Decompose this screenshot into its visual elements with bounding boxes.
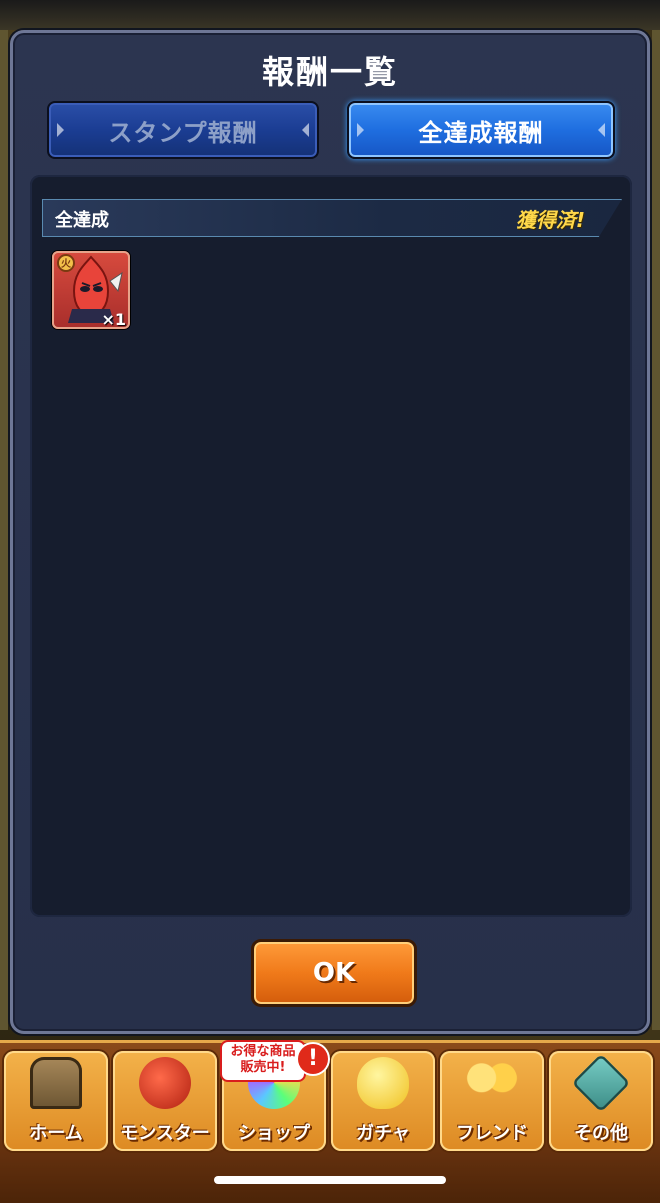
egg-icon — [357, 1057, 409, 1109]
nav-label-monster: モンスター — [120, 1123, 210, 1144]
ok-button[interactable]: OK — [251, 939, 417, 1007]
section-header: 全達成 獲得済! — [42, 199, 622, 237]
nav-item-gacha[interactable]: ガチャ — [331, 1051, 435, 1151]
svg-text:火: 火 — [61, 258, 72, 270]
question-sign-icon — [571, 1053, 631, 1113]
home-indicator[interactable] — [214, 1176, 446, 1184]
nav-label-shop: ショップ — [238, 1123, 310, 1144]
tab-stamp-reward-label: スタンプ報酬 — [108, 118, 258, 147]
nav-label-other: その他 — [574, 1123, 628, 1144]
dialog-title: 報酬一覧 — [261, 53, 398, 91]
reward-quantity: ×1 — [101, 310, 126, 329]
tab-arrow-right-icon — [598, 123, 605, 137]
tab-arrow-left-icon — [357, 123, 364, 137]
nav-item-home[interactable]: ホーム — [4, 1051, 108, 1151]
status-badge: 獲得済! — [515, 208, 585, 232]
tab-all-complete-reward-label: 全達成報酬 — [418, 118, 544, 147]
shop-sale-badge: お得な商品 販売中! — [220, 1040, 306, 1082]
reward-item[interactable]: 火 ×1 — [52, 251, 130, 329]
home-gate-icon — [30, 1057, 82, 1109]
nav-item-monster[interactable]: モンスター — [113, 1051, 217, 1151]
background-frame-left — [0, 30, 8, 1030]
tab-arrow-right-icon — [302, 123, 309, 137]
section-label: 全達成 — [55, 210, 109, 231]
tab-all-complete-reward[interactable]: 全達成報酬 — [347, 101, 615, 159]
nav-item-friend[interactable]: フレンド — [440, 1051, 544, 1151]
nav-label-gacha: ガチャ — [356, 1123, 410, 1144]
reward-content-panel[interactable]: 全達成 獲得済! 火 ×1 — [30, 175, 632, 917]
background-top-bar — [0, 0, 660, 30]
nav-item-other[interactable]: その他 — [549, 1051, 653, 1151]
friends-icon — [466, 1057, 518, 1109]
nav-label-home: ホーム — [29, 1123, 83, 1144]
background-frame-right — [652, 30, 660, 1030]
tab-stamp-reward[interactable]: スタンプ報酬 — [47, 101, 319, 159]
tab-arrow-left-icon — [57, 123, 64, 137]
nav-label-friend: フレンド — [456, 1123, 528, 1144]
reward-list-dialog: 報酬一覧 スタンプ報酬 全達成報酬 全達成 獲得済! 火 ×1 OK — [10, 30, 650, 1034]
alert-icon: ! — [298, 1044, 328, 1074]
dragon-icon — [139, 1057, 191, 1109]
